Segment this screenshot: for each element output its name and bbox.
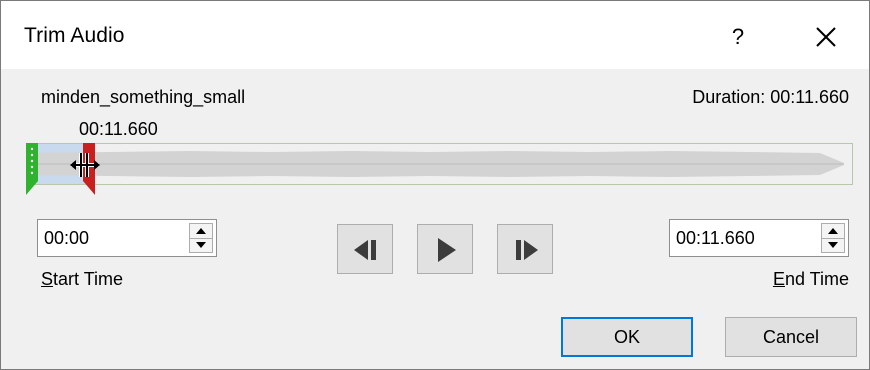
end-time-accesskey: E bbox=[772, 269, 785, 289]
previous-frame-button[interactable] bbox=[337, 224, 393, 274]
end-time-label-rest: nd Time bbox=[784, 269, 849, 289]
start-time-up-button[interactable] bbox=[190, 224, 212, 239]
end-time-spinner[interactable] bbox=[821, 223, 845, 253]
resize-cursor-icon bbox=[70, 153, 100, 177]
file-name: minden_something_small bbox=[41, 87, 246, 107]
caret-up-icon bbox=[196, 228, 206, 234]
end-time-value: 00:11.660 bbox=[676, 228, 755, 248]
duration-label: Duration: 00:11.660 bbox=[692, 87, 849, 107]
waveform bbox=[30, 151, 844, 177]
close-button[interactable] bbox=[801, 15, 851, 59]
end-time-down-button[interactable] bbox=[822, 238, 844, 252]
start-time-down-button[interactable] bbox=[190, 238, 212, 252]
next-frame-button[interactable] bbox=[497, 224, 553, 274]
caret-up-icon bbox=[828, 228, 838, 234]
start-time-label-rest: tart Time bbox=[53, 269, 124, 289]
dialog-title: Trim Audio bbox=[24, 24, 125, 47]
play-icon bbox=[438, 238, 456, 262]
start-time-field[interactable]: 00:00 bbox=[37, 219, 217, 257]
end-marker-time: 00:11.660 bbox=[79, 119, 158, 139]
cancel-button[interactable]: Cancel bbox=[725, 317, 857, 357]
caret-down-icon bbox=[196, 242, 206, 248]
start-time-value: 00:00 bbox=[44, 228, 90, 248]
close-icon bbox=[816, 27, 836, 47]
end-time-field[interactable]: 00:11.660 bbox=[669, 219, 849, 257]
next-frame-icon bbox=[516, 240, 538, 260]
play-button[interactable] bbox=[417, 224, 473, 274]
waveform-track[interactable] bbox=[29, 143, 853, 185]
previous-frame-icon bbox=[354, 240, 376, 260]
caret-down-icon bbox=[828, 242, 838, 248]
start-time-label: Start Time bbox=[41, 269, 123, 290]
end-time-up-button[interactable] bbox=[822, 224, 844, 239]
title-bar: Trim Audio ? bbox=[1, 1, 869, 69]
help-button[interactable]: ? bbox=[713, 15, 763, 59]
trim-audio-dialog: Trim Audio ? minden_something_small Dura… bbox=[0, 0, 870, 370]
end-time-label: End Time bbox=[773, 269, 849, 290]
start-time-accesskey: S bbox=[41, 269, 54, 289]
ok-button[interactable]: OK bbox=[561, 317, 693, 357]
start-trim-handle[interactable] bbox=[25, 139, 45, 199]
start-time-spinner[interactable] bbox=[189, 223, 213, 253]
